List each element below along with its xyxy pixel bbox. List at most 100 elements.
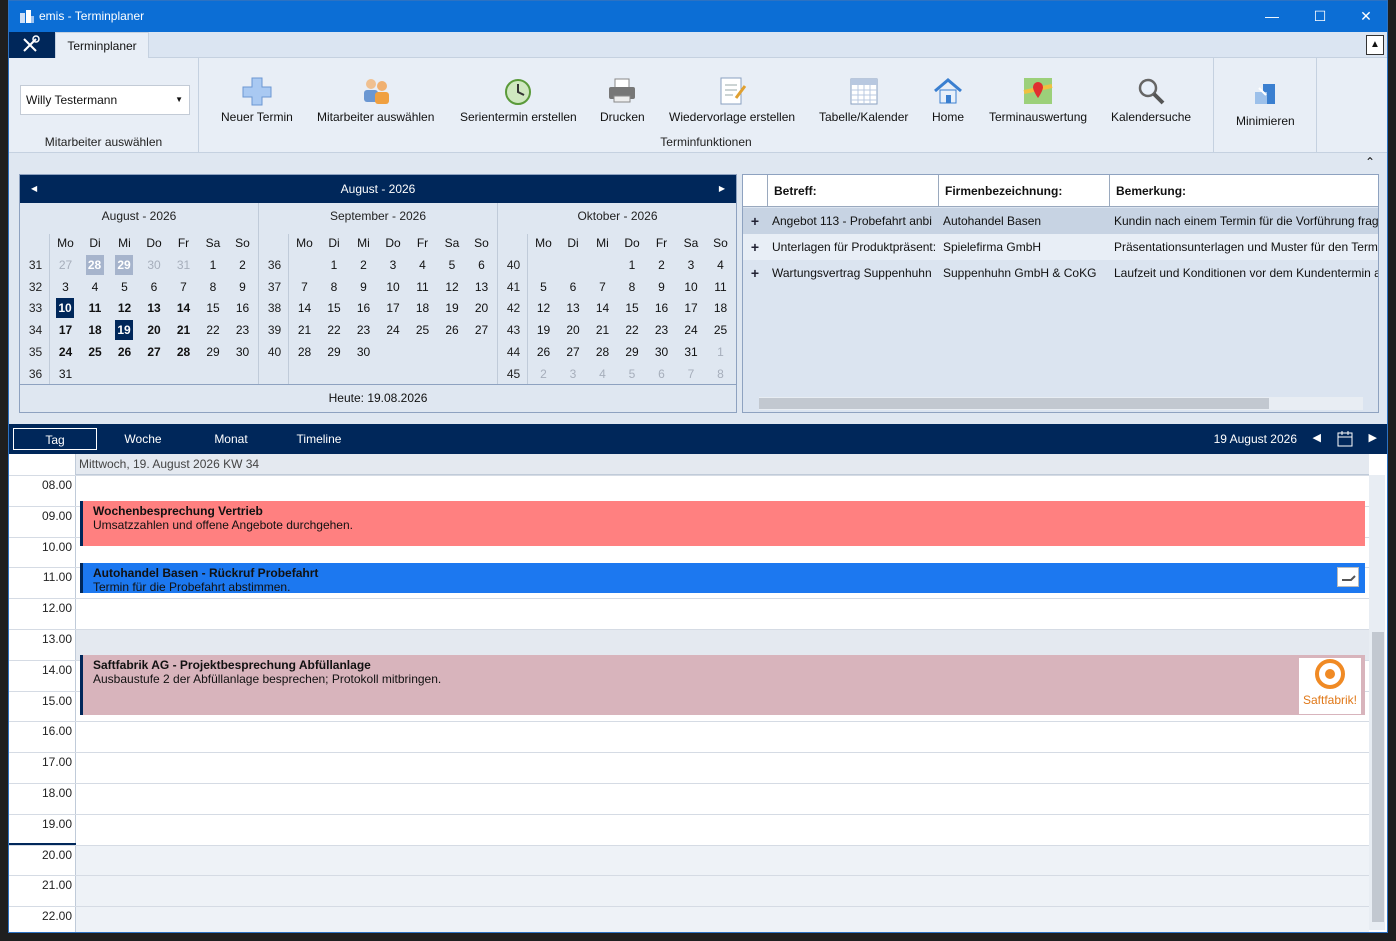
calendar-day[interactable]: 15 xyxy=(199,298,228,318)
calendar-day[interactable]: 28 xyxy=(588,342,617,362)
calendar-day[interactable]: 2 xyxy=(228,255,257,275)
calendar-day[interactable]: 12 xyxy=(438,277,467,297)
calendar-day[interactable]: 4 xyxy=(588,364,617,384)
calendar-day[interactable]: 7 xyxy=(169,277,198,297)
time-slot[interactable] xyxy=(76,598,1369,630)
calendar-day[interactable]: 27 xyxy=(51,255,80,275)
calendar-day[interactable]: 21 xyxy=(588,320,617,340)
calendar-day[interactable]: 18 xyxy=(706,298,735,318)
calendar-day[interactable]: 23 xyxy=(647,320,676,340)
calendar-day[interactable]: 4 xyxy=(408,255,437,275)
calendar-day[interactable]: 9 xyxy=(349,277,378,297)
calendar-day[interactable]: 8 xyxy=(706,364,735,384)
calendar-day[interactable]: 28 xyxy=(169,342,198,362)
calendar-day[interactable]: 31 xyxy=(169,255,198,275)
tab-week[interactable]: Woche xyxy=(105,428,181,450)
calendar-day[interactable]: 29 xyxy=(199,342,228,362)
calendar-day[interactable]: 10 xyxy=(677,277,706,297)
calendar-day[interactable]: 9 xyxy=(647,277,676,297)
calendar-day[interactable]: 2 xyxy=(529,364,558,384)
calendar-day[interactable]: 22 xyxy=(320,320,349,340)
calendar-day[interactable]: 21 xyxy=(169,320,198,340)
calendar-day[interactable]: 3 xyxy=(559,364,588,384)
calendar-day[interactable]: 31 xyxy=(677,342,706,362)
calendar-day[interactable]: 3 xyxy=(677,255,706,275)
calendar-day[interactable]: 13 xyxy=(140,298,169,318)
tab-day[interactable]: Tag xyxy=(13,428,97,450)
calendar-day[interactable]: 30 xyxy=(349,342,378,362)
calendar-day[interactable]: 6 xyxy=(559,277,588,297)
calendar-day[interactable]: 26 xyxy=(529,342,558,362)
calendar-day[interactable]: 28 xyxy=(85,255,104,275)
calendar-day[interactable]: 18 xyxy=(408,298,437,318)
calendar-day[interactable]: 17 xyxy=(677,298,706,318)
time-slot[interactable] xyxy=(76,906,1369,932)
calendar-day[interactable]: 1 xyxy=(706,342,735,362)
calendar-day[interactable]: 30 xyxy=(140,255,169,275)
calendar-day[interactable]: 14 xyxy=(588,298,617,318)
calendar-day[interactable]: 14 xyxy=(290,298,319,318)
table-row[interactable]: + Wartungsvertrag Suppenhuhn Suppenhuhn Gm… xyxy=(743,260,1378,286)
next-day-arrow-icon[interactable]: ▶ xyxy=(1369,431,1377,444)
calendar-day[interactable]: 10 xyxy=(379,277,408,297)
calendar-day[interactable]: 10 xyxy=(56,298,74,319)
prev-month-arrow-icon[interactable]: ◀ xyxy=(31,175,37,203)
expand-row-icon[interactable]: + xyxy=(743,260,767,286)
appointment-callback[interactable]: Autohandel Basen - Rückruf Probefahrt Te… xyxy=(80,563,1365,594)
ribbon-collapse-button[interactable]: ▲ xyxy=(1366,35,1384,55)
calendar-day[interactable]: 27 xyxy=(140,342,169,362)
column-header-company[interactable]: Firmenbezeichnung: xyxy=(938,175,1109,207)
scrollbar-thumb[interactable] xyxy=(1372,632,1384,922)
table-calendar-button[interactable]: Tabelle/Kalender xyxy=(819,76,908,124)
appointment-sales-meeting[interactable]: Wochenbesprechung Vertrieb Umsatzzahlen … xyxy=(80,501,1365,546)
tab-month[interactable]: Monat xyxy=(193,428,269,450)
calendar-day[interactable]: 24 xyxy=(51,342,80,362)
calendar-day[interactable]: 6 xyxy=(467,255,496,275)
calendar-day[interactable]: 24 xyxy=(379,320,408,340)
time-slot[interactable] xyxy=(76,783,1369,814)
column-header-note[interactable]: Bemerkung: xyxy=(1109,175,1378,207)
calendar-day[interactable]: 15 xyxy=(320,298,349,318)
calendar-day[interactable]: 6 xyxy=(647,364,676,384)
calendar-day[interactable]: 7 xyxy=(677,364,706,384)
calendar-day[interactable]: 30 xyxy=(228,342,257,362)
time-slot[interactable] xyxy=(76,875,1369,907)
calendar-day[interactable]: 1 xyxy=(618,255,647,275)
calendar-day[interactable]: 24 xyxy=(677,320,706,340)
time-slot[interactable] xyxy=(76,721,1369,753)
close-window-button[interactable]: ✕ xyxy=(1343,1,1387,32)
home-button[interactable]: Home xyxy=(932,76,964,124)
calendar-day[interactable]: 20 xyxy=(467,298,496,318)
tab-terminplaner[interactable]: Terminplaner xyxy=(55,32,149,59)
expand-row-icon[interactable]: + xyxy=(743,208,767,234)
series-appointment-button[interactable]: Serientermin erstellen xyxy=(460,76,577,124)
minimize-window-button[interactable]: — xyxy=(1249,1,1295,32)
time-slot[interactable] xyxy=(76,813,1369,845)
calendar-day[interactable]: 8 xyxy=(199,277,228,297)
calendar-day[interactable]: 25 xyxy=(706,320,735,340)
calendar-day[interactable]: 2 xyxy=(349,255,378,275)
appointment-evaluation-button[interactable]: Terminauswertung xyxy=(989,76,1087,124)
calendar-day[interactable]: 16 xyxy=(647,298,676,318)
calendar-day[interactable]: 16 xyxy=(228,298,257,318)
calendar-day[interactable]: 5 xyxy=(618,364,647,384)
calendar-day[interactable]: 20 xyxy=(140,320,169,340)
calendar-day[interactable]: 29 xyxy=(618,342,647,362)
calendar-day[interactable]: 11 xyxy=(408,277,437,297)
table-row[interactable]: + Unterlagen für Produktpräsent: Spielefir… xyxy=(743,234,1378,260)
calendar-day[interactable]: 22 xyxy=(199,320,228,340)
horizontal-scrollbar[interactable] xyxy=(759,397,1363,410)
calendar-day[interactable]: 28 xyxy=(290,342,319,362)
time-slot[interactable] xyxy=(76,844,1369,876)
calendar-day[interactable]: 17 xyxy=(51,320,80,340)
calendar-day[interactable]: 14 xyxy=(169,298,198,318)
calendar-day[interactable]: 30 xyxy=(647,342,676,362)
calendar-day[interactable]: 19 xyxy=(438,298,467,318)
select-employee-button[interactable]: Mitarbeiter auswählen xyxy=(317,76,434,124)
calendar-day[interactable]: 19 xyxy=(529,320,558,340)
calendar-day[interactable]: 11 xyxy=(81,298,110,318)
calendar-day[interactable]: 6 xyxy=(140,277,169,297)
calendar-day[interactable]: 3 xyxy=(51,277,80,297)
calendar-day[interactable]: 18 xyxy=(81,320,110,340)
calendar-day[interactable]: 26 xyxy=(438,320,467,340)
